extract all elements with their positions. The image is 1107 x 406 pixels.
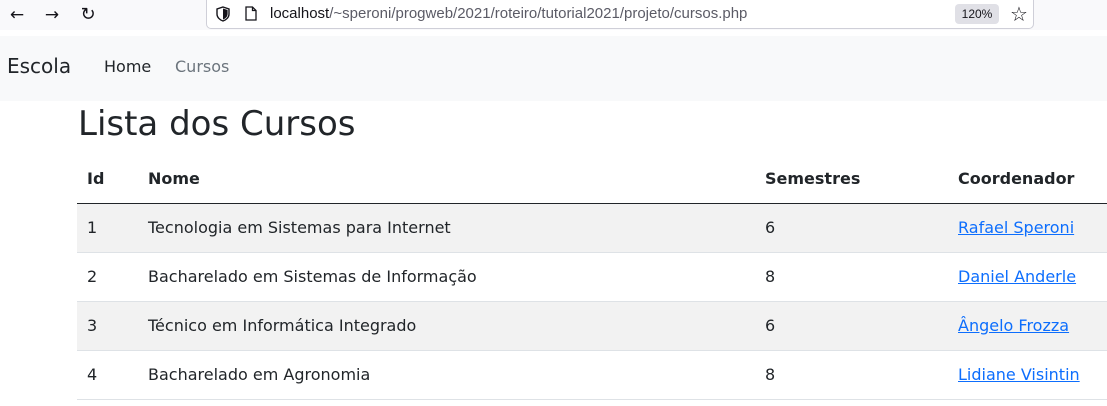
column-header-semestres: Semestres (755, 155, 948, 204)
cell-nome: Técnico em Informática Integrado (138, 301, 755, 351)
site-navbar: Escola Home Cursos (0, 36, 1107, 101)
page-info-icon[interactable] (245, 6, 257, 21)
cell-coordenador: Ângelo Frozza (948, 301, 1107, 351)
url-text[interactable]: localhost/~speroni/progweb/2021/roteiro/… (270, 5, 747, 22)
back-button[interactable]: ← (5, 3, 29, 27)
navbar-brand[interactable]: Escola (7, 54, 71, 78)
reload-icon: ↻ (80, 4, 96, 25)
cell-semestres: 6 (755, 301, 948, 351)
courses-table: Id Nome Semestres Coordenador 1 Tecnolog… (77, 155, 1107, 400)
arrow-left-icon: ← (9, 5, 25, 25)
cell-nome: Bacharelado em Sistemas de Informação (138, 252, 755, 302)
url-path: /~speroni/progweb/2021/roteiro/tutorial2… (329, 5, 748, 22)
coordinator-link[interactable]: Lidiane Visintin (958, 365, 1080, 384)
star-icon[interactable]: ☆ (1010, 1, 1028, 27)
column-header-nome: Nome (138, 155, 755, 204)
cell-nome: Bacharelado em Agronomia (138, 350, 755, 400)
reload-button[interactable]: ↻ (76, 3, 100, 27)
arrow-right-icon: → (44, 5, 60, 25)
coordinator-link[interactable]: Rafael Speroni (958, 218, 1074, 237)
table-row: 3 Técnico em Informática Integrado 6 Âng… (77, 301, 1107, 351)
nav-link-cursos[interactable]: Cursos (175, 57, 229, 76)
table-row: 4 Bacharelado em Agronomia 8 Lidiane Vis… (77, 350, 1107, 400)
column-header-id: Id (77, 155, 138, 204)
zoom-level-badge[interactable]: 120% (955, 4, 999, 24)
nav-link-home[interactable]: Home (104, 57, 151, 76)
cell-coordenador: Daniel Anderle (948, 252, 1107, 302)
cell-coordenador: Rafael Speroni (948, 203, 1107, 253)
cell-coordenador: Lidiane Visintin (948, 350, 1107, 400)
cell-semestres: 8 (755, 252, 948, 302)
forward-button[interactable]: → (40, 3, 64, 27)
page-title: Lista dos Cursos (78, 104, 356, 144)
coordinator-link[interactable]: Ângelo Frozza (958, 316, 1069, 335)
cell-id: 2 (77, 252, 138, 302)
cell-id: 1 (77, 203, 138, 253)
cell-nome: Tecnologia em Sistemas para Internet (138, 203, 755, 253)
table-header-row: Id Nome Semestres Coordenador (77, 155, 1107, 204)
shield-icon[interactable] (216, 6, 230, 22)
cell-semestres: 8 (755, 350, 948, 400)
address-bar[interactable]: localhost/~speroni/progweb/2021/roteiro/… (206, 0, 1034, 29)
column-header-coordenador: Coordenador (948, 155, 1107, 204)
table-row: 1 Tecnologia em Sistemas para Internet 6… (77, 203, 1107, 253)
cell-id: 4 (77, 350, 138, 400)
table-row: 2 Bacharelado em Sistemas de Informação … (77, 252, 1107, 302)
url-host: localhost (270, 5, 330, 22)
cell-semestres: 6 (755, 203, 948, 253)
coordinator-link[interactable]: Daniel Anderle (958, 267, 1076, 286)
cell-id: 3 (77, 301, 138, 351)
browser-toolbar: ← → ↻ localhost/~speroni/progweb/2021/ro… (0, 0, 1107, 30)
